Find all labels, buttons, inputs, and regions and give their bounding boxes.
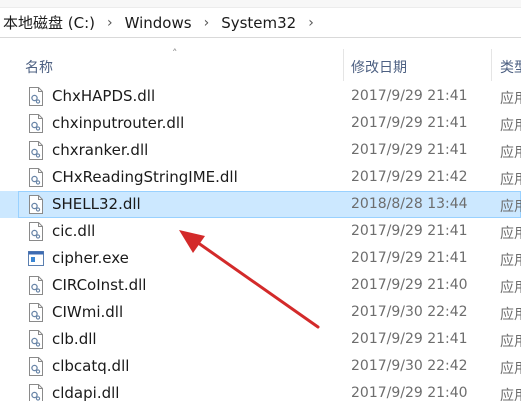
file-date: 2017/9/30 22:42 <box>351 358 468 374</box>
file-date: 2017/9/29 21:41 <box>351 115 468 131</box>
dll-file-icon <box>29 141 43 160</box>
file-row[interactable]: CIWmi.dll 2017/9/30 22:42 应用 <box>0 299 521 326</box>
file-name: cic.dll <box>52 222 96 240</box>
file-date: 2017/9/29 21:40 <box>351 385 468 401</box>
file-type: 应用 <box>500 226 521 242</box>
file-date: 2017/9/29 21:41 <box>351 250 468 266</box>
file-name: CIWmi.dll <box>52 303 124 321</box>
file-date: 2017/9/30 22:42 <box>351 304 468 320</box>
column-divider[interactable] <box>491 49 492 81</box>
file-type: 应用 <box>500 307 521 323</box>
column-divider[interactable] <box>343 49 344 81</box>
chevron-right-icon[interactable]: › <box>196 15 218 31</box>
dll-file-icon <box>29 87 43 106</box>
breadcrumb-system32[interactable]: System32 <box>217 14 300 32</box>
file-date: 2017/9/29 21:41 <box>351 331 468 347</box>
file-row[interactable]: cic.dll 2017/9/29 21:41 应用 <box>0 218 521 245</box>
file-type: 应用 <box>500 172 521 188</box>
file-row[interactable]: clbcatq.dll 2017/9/30 22:42 应用 <box>0 353 521 380</box>
column-header-type[interactable]: 类型 <box>500 57 521 77</box>
file-type: 应用 <box>500 388 521 401</box>
exe-file-icon <box>28 251 44 266</box>
dll-file-icon <box>29 276 43 295</box>
file-row[interactable]: cipher.exe 2017/9/29 21:41 应用 <box>0 245 521 272</box>
file-date: 2017/9/29 21:40 <box>351 277 468 293</box>
file-row[interactable]: CIRCoInst.dll 2017/9/29 21:40 应用 <box>0 272 521 299</box>
file-type: 应用 <box>500 361 521 377</box>
dll-file-icon <box>29 168 43 187</box>
file-date: 2017/9/29 21:41 <box>351 223 468 239</box>
file-name: SHELL32.dll <box>52 195 141 213</box>
file-row-selected[interactable]: SHELL32.dll 2018/8/28 13:44 应用 <box>0 191 521 218</box>
file-row[interactable]: cldapi.dll 2017/9/29 21:40 应用 <box>0 380 521 401</box>
file-date: 2017/9/29 21:42 <box>351 169 468 185</box>
dll-file-icon <box>29 195 43 214</box>
file-type: 应用 <box>500 253 521 269</box>
dll-file-icon <box>29 222 43 241</box>
file-name: chxinputrouter.dll <box>52 114 185 132</box>
column-header: ˄ 名称 修改日期 类型 <box>0 47 521 83</box>
dll-file-icon <box>29 114 43 133</box>
breadcrumb-windows[interactable]: Windows <box>121 14 196 32</box>
file-row[interactable]: chxranker.dll 2017/9/29 21:41 应用 <box>0 137 521 164</box>
file-type: 应用 <box>500 118 521 134</box>
file-name: CIRCoInst.dll <box>52 276 147 294</box>
file-name: CHxReadingStringIME.dll <box>52 168 238 186</box>
file-date: 2017/9/29 21:41 <box>351 88 468 104</box>
file-list: ChxHAPDS.dll 2017/9/29 21:41 应用 chxinput… <box>0 83 521 401</box>
address-bar[interactable]: 本地磁盘 (C:) › Windows › System32 › <box>0 8 521 38</box>
ribbon-strip <box>0 0 521 8</box>
file-type: 应用 <box>500 280 521 296</box>
file-type: 应用 <box>500 91 521 107</box>
column-header-name[interactable]: 名称 <box>25 57 53 77</box>
dll-file-icon <box>29 330 43 349</box>
dll-file-icon <box>29 303 43 322</box>
file-type: 应用 <box>500 145 521 161</box>
chevron-right-icon[interactable]: › <box>99 15 121 31</box>
breadcrumb-drive[interactable]: 本地磁盘 (C:) <box>0 12 99 33</box>
dll-file-icon <box>29 357 43 376</box>
file-row[interactable]: clb.dll 2017/9/29 21:41 应用 <box>0 326 521 353</box>
chevron-right-icon[interactable]: › <box>300 15 322 31</box>
file-name: clb.dll <box>52 330 97 348</box>
file-type: 应用 <box>500 334 521 350</box>
column-header-date[interactable]: 修改日期 <box>351 57 407 77</box>
file-name: clbcatq.dll <box>52 357 130 375</box>
sort-ascending-icon: ˄ <box>172 47 178 60</box>
file-row[interactable]: ChxHAPDS.dll 2017/9/29 21:41 应用 <box>0 83 521 110</box>
file-name: cldapi.dll <box>52 384 120 401</box>
file-name: cipher.exe <box>52 249 129 267</box>
dll-file-icon <box>29 384 43 401</box>
file-name: ChxHAPDS.dll <box>52 87 156 105</box>
file-date: 2018/8/28 13:44 <box>351 196 468 212</box>
file-date: 2017/9/29 21:41 <box>351 142 468 158</box>
file-type: 应用 <box>500 199 521 215</box>
file-name: chxranker.dll <box>52 141 149 159</box>
file-row[interactable]: CHxReadingStringIME.dll 2017/9/29 21:42 … <box>0 164 521 191</box>
file-row[interactable]: chxinputrouter.dll 2017/9/29 21:41 应用 <box>0 110 521 137</box>
